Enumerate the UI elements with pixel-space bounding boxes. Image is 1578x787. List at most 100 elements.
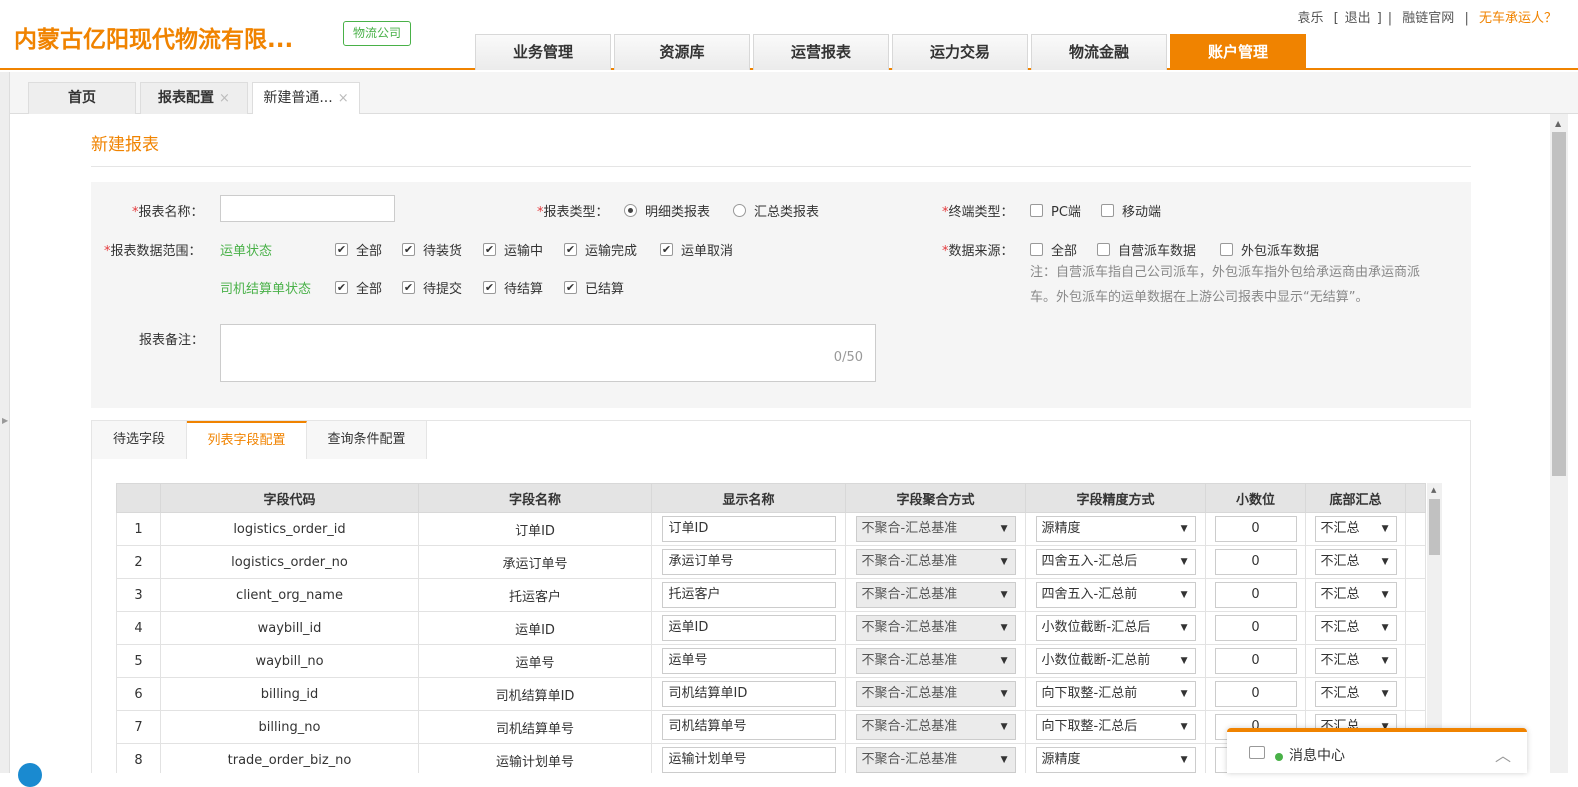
waybill-status-transit-checkbox[interactable]: ✔ 运输中: [483, 240, 543, 259]
summary-select[interactable]: 不汇总 ▼: [1314, 681, 1397, 707]
aggregation-select[interactable]: 不聚合-汇总基准 ▼: [855, 681, 1016, 707]
source-outsourced-checkbox[interactable]: 外包派车数据: [1220, 240, 1319, 259]
driver-status-pending-submit-checkbox[interactable]: ✔ 待提交: [402, 278, 462, 297]
scrollbar-thumb[interactable]: [1429, 499, 1440, 555]
close-icon[interactable]: ×: [338, 91, 349, 106]
display-name-input[interactable]: 司机结算单ID: [661, 681, 836, 707]
column-header: 字段聚合方式: [845, 483, 1026, 513]
field-table-container: 字段代码 字段名称 显示名称 字段聚合方式 字段精度方式 小数位 底部汇总 1l…: [91, 459, 1471, 773]
tab-new-report[interactable]: 新建普通... ×: [252, 82, 360, 115]
select-value: 不聚合-汇总基准: [861, 719, 958, 734]
waybill-status-label: 运单状态: [220, 244, 273, 259]
field-code: logistics_order_id: [160, 512, 419, 546]
driver-status-pending-settle-checkbox[interactable]: ✔ 待结算: [483, 278, 543, 297]
summary-select[interactable]: 不汇总 ▼: [1314, 615, 1397, 641]
summary-select[interactable]: 不汇总 ▼: [1314, 648, 1397, 674]
precision-select[interactable]: 四舍五入-汇总后 ▼: [1035, 549, 1196, 575]
report-type-detail-radio[interactable]: 明细类报表: [624, 201, 710, 220]
expand-arrow-icon[interactable]: ▶: [2, 416, 8, 425]
display-name-input[interactable]: 托运客户: [661, 582, 836, 608]
terminal-type-label: *终端类型：: [942, 201, 1014, 220]
report-name-input[interactable]: [220, 195, 395, 222]
decimals-input[interactable]: 0: [1214, 648, 1297, 674]
precision-select[interactable]: 源精度 ▼: [1035, 747, 1196, 773]
nav-account-management[interactable]: 账户管理: [1170, 34, 1306, 70]
terminal-mobile-checkbox[interactable]: 移动端: [1101, 201, 1161, 220]
tab-report-config[interactable]: 报表配置 ×: [140, 82, 248, 114]
aggregation-select[interactable]: 不聚合-汇总基准 ▼: [855, 615, 1016, 641]
aggregation-select[interactable]: 不聚合-汇总基准 ▼: [855, 747, 1016, 773]
summary-select[interactable]: 不汇总 ▼: [1314, 582, 1397, 608]
scroll-up-arrow-icon[interactable]: ▲: [1555, 119, 1561, 128]
display-name-input[interactable]: 承运订单号: [661, 549, 836, 575]
nav-resource-library[interactable]: 资源库: [614, 34, 750, 70]
source-self-checkbox[interactable]: 自营派车数据: [1097, 240, 1196, 259]
dropdown-caret-icon: ▼: [1381, 590, 1389, 600]
select-value: 不聚合-汇总基准: [861, 521, 958, 536]
decimals-input[interactable]: 0: [1214, 549, 1297, 575]
source-all-checkbox[interactable]: 全部: [1030, 240, 1077, 259]
precision-select[interactable]: 小数位截断-汇总前 ▼: [1035, 648, 1196, 674]
aggregation-select[interactable]: 不聚合-汇总基准 ▼: [855, 714, 1016, 740]
data-scope-label: *报表数据范围：: [104, 240, 202, 259]
dropdown-caret-icon: ▼: [1000, 656, 1008, 666]
aggregation-select[interactable]: 不聚合-汇总基准 ▼: [855, 549, 1016, 575]
decimals-input[interactable]: 0: [1214, 582, 1297, 608]
chevron-up-icon[interactable]: ︿: [1495, 742, 1511, 766]
decimals-input[interactable]: 0: [1214, 681, 1297, 707]
decimals-cell: 0: [1205, 677, 1306, 711]
user-name[interactable]: 袁乐: [1297, 11, 1323, 26]
aggregation-select[interactable]: 不聚合-汇总基准 ▼: [855, 516, 1016, 542]
display-name-input[interactable]: 运输计划单号: [661, 747, 836, 773]
left-collapse-strip[interactable]: ▶: [0, 72, 10, 773]
nav-operation-reports[interactable]: 运营报表: [753, 34, 889, 70]
summary-select[interactable]: 不汇总 ▼: [1314, 516, 1397, 542]
dropdown-caret-icon: ▼: [1000, 722, 1008, 732]
checkbox-checked-icon: ✔: [564, 243, 577, 256]
page-scrollbar[interactable]: ▲: [1550, 114, 1568, 773]
precision-select[interactable]: 向下取整-汇总前 ▼: [1035, 681, 1196, 707]
official-site-link[interactable]: 融链官网: [1402, 11, 1454, 26]
display-name-cell: 承运订单号: [651, 545, 846, 579]
display-name-input[interactable]: 运单ID: [661, 615, 836, 641]
nav-logistics-finance[interactable]: 物流金融: [1031, 34, 1167, 70]
waybill-status-cancel-checkbox[interactable]: ✔ 运单取消: [660, 240, 733, 259]
terminal-pc-checkbox[interactable]: PC端: [1030, 201, 1081, 220]
close-icon[interactable]: ×: [219, 91, 230, 106]
waybill-status-loading-checkbox[interactable]: ✔ 待装货: [402, 240, 462, 259]
waybill-status-complete-checkbox[interactable]: ✔ 运输完成: [564, 240, 637, 259]
tab-list-field-config[interactable]: 列表字段配置: [187, 421, 307, 461]
precision-select[interactable]: 小数位截断-汇总后 ▼: [1035, 615, 1196, 641]
driver-status-all-checkbox[interactable]: ✔ 全部: [335, 278, 382, 297]
driver-status-settled-checkbox[interactable]: ✔ 已结算: [564, 278, 624, 297]
nav-capacity-trading[interactable]: 运力交易: [892, 34, 1028, 70]
decimals-input[interactable]: 0: [1214, 516, 1297, 542]
dropdown-caret-icon: ▼: [1000, 623, 1008, 633]
tab-candidate-fields[interactable]: 待选字段: [92, 421, 187, 460]
precision-select[interactable]: 向下取整-汇总后 ▼: [1035, 714, 1196, 740]
waybill-status-all-checkbox[interactable]: ✔ 全部: [335, 240, 382, 259]
scroll-up-arrow-icon[interactable]: ▲: [1431, 486, 1436, 494]
summary-select[interactable]: 不汇总 ▼: [1314, 549, 1397, 575]
remark-textarea[interactable]: 0/50: [220, 324, 876, 382]
precision-select[interactable]: 四舍五入-汇总前 ▼: [1035, 582, 1196, 608]
report-type-summary-radio[interactable]: 汇总类报表: [733, 201, 819, 220]
driver-settlement-status-label: 司机结算单状态: [220, 282, 312, 297]
aggregation-select[interactable]: 不聚合-汇总基准 ▼: [855, 582, 1016, 608]
tab-home[interactable]: 首页: [28, 82, 136, 114]
separator: |: [1387, 11, 1393, 26]
tab-query-condition-config[interactable]: 查询条件配置: [307, 421, 427, 460]
floating-help-button[interactable]: [18, 763, 42, 787]
aggregation-select[interactable]: 不聚合-汇总基准 ▼: [855, 648, 1016, 674]
precision-select[interactable]: 源精度 ▼: [1035, 516, 1196, 542]
decimals-input[interactable]: 0: [1214, 615, 1297, 641]
column-header: 底部汇总: [1305, 483, 1406, 513]
no-vehicle-carrier-link[interactable]: 无车承运人？: [1479, 11, 1557, 26]
message-center-panel[interactable]: 消息中心 ︿: [1227, 728, 1527, 773]
scrollbar-thumb[interactable]: [1552, 132, 1566, 476]
display-name-input[interactable]: 司机结算单号: [661, 714, 836, 740]
display-name-input[interactable]: 运单号: [661, 648, 836, 674]
display-name-input[interactable]: 订单ID: [661, 516, 836, 542]
nav-business-management[interactable]: 业务管理: [475, 34, 611, 70]
logout-link[interactable]: 退出: [1345, 11, 1371, 26]
